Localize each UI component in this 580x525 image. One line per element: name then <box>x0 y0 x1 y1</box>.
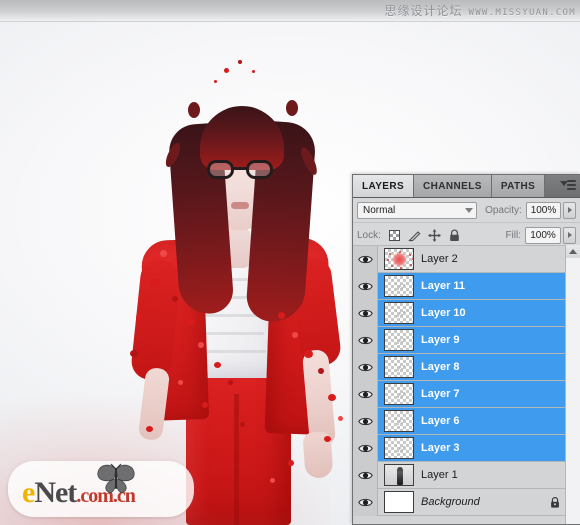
fill-stepper[interactable] <box>563 226 576 244</box>
layer-thumbnail[interactable] <box>384 437 414 459</box>
layer-visibility-eye-icon[interactable] <box>353 299 378 327</box>
layer-row[interactable]: Layer 11 <box>353 272 566 300</box>
panel-tab-strip: LAYERS CHANNELS PATHS <box>353 175 580 198</box>
layer-visibility-eye-icon[interactable] <box>353 488 378 516</box>
layer-row[interactable]: Layer 9 <box>353 326 566 354</box>
layer-visibility-eye-icon[interactable] <box>353 326 378 354</box>
lock-position-icon[interactable] <box>427 228 442 243</box>
lips <box>231 202 249 209</box>
layer-thumbnail[interactable] <box>384 491 414 513</box>
layer-row[interactable]: Layer 7 <box>353 380 566 408</box>
blend-mode-row: Normal Opacity: 100% <box>353 198 580 223</box>
watermark: 思缘设计论坛 WWW.MISSYUAN.COM <box>384 2 576 19</box>
panel-menu-icon[interactable] <box>560 179 576 193</box>
tab-paths[interactable]: PATHS <box>491 175 546 197</box>
layer-name: Layer 2 <box>421 253 458 265</box>
layer-name: Layer 7 <box>421 388 460 400</box>
layer-name: Layer 11 <box>421 280 466 292</box>
screenshot-root: 思缘设计论坛 WWW.MISSYUAN.COM eNet.com.cn LAYE… <box>0 0 580 525</box>
layer-thumbnail[interactable] <box>384 275 414 297</box>
layer-name: Background <box>421 496 480 508</box>
lock-transparent-pixels-icon[interactable] <box>387 228 402 243</box>
glasses-lens-left <box>207 160 234 179</box>
layer-row[interactable]: Layer 1 <box>353 461 566 489</box>
chevron-down-icon <box>465 207 474 213</box>
layer-list[interactable]: Layer 2 Layer 11 Layer 10 Layer 9 Layer 8 Lay… <box>353 245 566 524</box>
layer-row[interactable]: Layer 10 <box>353 299 566 327</box>
scroll-up-arrow-icon[interactable] <box>566 245 580 259</box>
layer-name: Layer 8 <box>421 361 460 373</box>
opacity-input[interactable]: 100% <box>525 201 562 219</box>
layer-thumbnail[interactable] <box>384 464 414 486</box>
layer-thumbnail[interactable] <box>384 356 414 378</box>
tab-channels[interactable]: CHANNELS <box>414 175 492 197</box>
layer-visibility-eye-icon[interactable] <box>353 407 378 435</box>
tab-layers[interactable]: LAYERS <box>353 175 415 197</box>
layer-visibility-eye-icon[interactable] <box>353 380 378 408</box>
lock-all-icon[interactable] <box>447 228 462 243</box>
enet-logo-net: Net <box>34 476 77 509</box>
layer-lock-indicator-icon <box>544 496 566 509</box>
fill-label: Fill: <box>505 229 521 241</box>
enet-logo: eNet.com.cn <box>8 461 194 517</box>
layer-name: Layer 1 <box>421 469 458 481</box>
layer-thumbnail[interactable] <box>384 302 414 324</box>
layer-name: Layer 6 <box>421 415 460 427</box>
top-bar: 思缘设计论坛 WWW.MISSYUAN.COM <box>0 0 580 22</box>
layer-thumbnail[interactable] <box>384 329 414 351</box>
layers-panel: LAYERS CHANNELS PATHS Normal Opacity: 10… <box>352 174 580 525</box>
layer-thumbnail[interactable] <box>384 248 414 270</box>
woman-photo-subject <box>128 50 358 525</box>
layer-visibility-eye-icon[interactable] <box>353 272 378 300</box>
fill-input[interactable]: 100% <box>525 226 561 244</box>
butterfly-icon <box>97 463 135 493</box>
blend-mode-value: Normal <box>363 204 396 216</box>
layer-name: Layer 9 <box>421 334 460 346</box>
layer-row[interactable]: Layer 8 <box>353 353 566 381</box>
opacity-label: Opacity: <box>485 204 522 216</box>
layer-visibility-eye-icon[interactable] <box>353 461 378 489</box>
eyeglasses <box>207 160 273 179</box>
layer-thumbnail[interactable] <box>384 410 414 432</box>
layer-row[interactable]: Background <box>353 488 566 516</box>
layer-name: Layer 3 <box>421 442 460 454</box>
enet-logo-e: e <box>22 476 35 509</box>
layer-row[interactable]: Layer 6 <box>353 407 566 435</box>
scrollbar-track[interactable] <box>566 258 580 524</box>
blend-mode-select[interactable]: Normal <box>357 201 478 219</box>
glasses-lens-right <box>246 160 273 179</box>
layer-list-scrollbar[interactable] <box>565 245 580 524</box>
lock-image-pixels-icon[interactable] <box>407 228 422 243</box>
glasses-bridge <box>234 167 246 170</box>
watermark-chinese-text: 思缘设计论坛 <box>384 4 463 18</box>
layer-name: Layer 10 <box>421 307 466 319</box>
lock-label: Lock: <box>357 229 381 241</box>
opacity-stepper[interactable] <box>563 201 576 219</box>
layer-visibility-eye-icon[interactable] <box>353 246 378 273</box>
layer-row[interactable]: Layer 3 <box>353 434 566 462</box>
layer-visibility-eye-icon[interactable] <box>353 353 378 381</box>
layer-row[interactable]: Layer 2 <box>353 246 566 273</box>
layer-thumbnail[interactable] <box>384 383 414 405</box>
layer-visibility-eye-icon[interactable] <box>353 434 378 462</box>
watermark-url-text: WWW.MISSYUAN.COM <box>468 8 576 18</box>
